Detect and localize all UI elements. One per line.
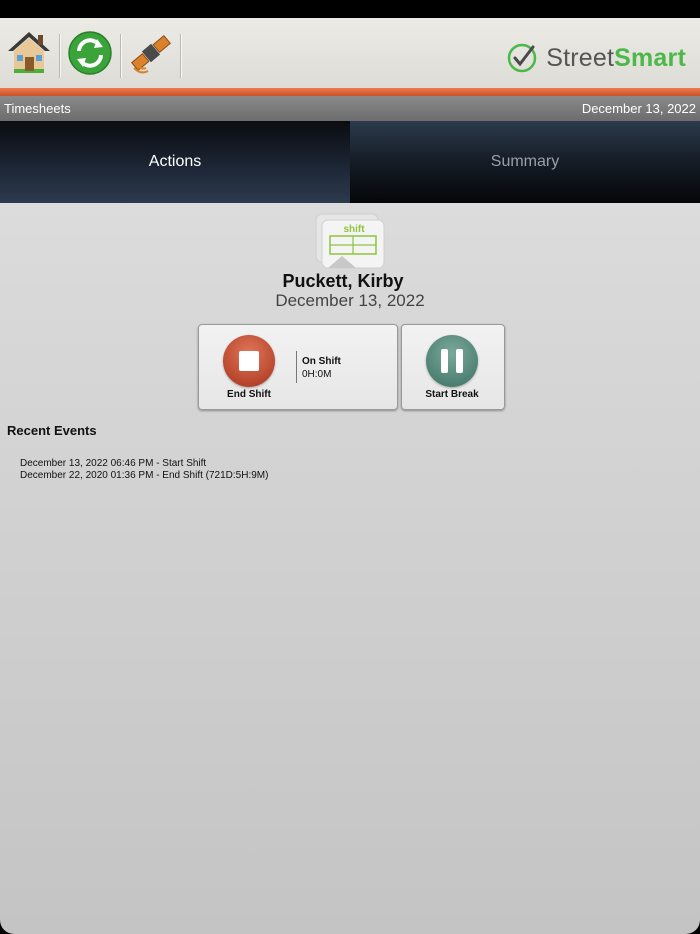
tab-summary[interactable]: Summary xyxy=(350,121,700,203)
start-break-card[interactable]: Start Break xyxy=(401,324,505,410)
streetsmart-logo: StreetSmart xyxy=(506,40,686,76)
tab-bar: Actions Summary xyxy=(0,121,700,203)
event-item: December 13, 2022 06:46 PM - Start Shift xyxy=(20,458,207,469)
shift-timesheet-icon: shift xyxy=(315,213,385,269)
shift-status-label: On Shift xyxy=(302,356,341,367)
status-divider xyxy=(296,351,297,383)
sync-icon xyxy=(68,31,112,75)
sync-button[interactable] xyxy=(61,18,119,88)
end-shift-label: End Shift xyxy=(227,389,271,400)
employee-date: December 13, 2022 xyxy=(275,291,425,310)
start-break-label: Start Break xyxy=(425,389,479,400)
title-bar: Timesheets December 13, 2022 xyxy=(0,96,700,121)
toolbar-divider xyxy=(180,34,181,78)
pause-icon xyxy=(441,349,448,373)
end-shift-button[interactable] xyxy=(223,335,275,387)
header-date: December 13, 2022 xyxy=(581,101,696,116)
checkmark-icon xyxy=(507,43,537,73)
toolbar-divider xyxy=(59,34,60,78)
logo-prefix: Street xyxy=(546,43,615,72)
accent-bar xyxy=(0,88,700,96)
tab-actions[interactable]: Actions xyxy=(0,121,350,203)
toolbar-divider xyxy=(120,34,121,78)
status-bar xyxy=(0,0,700,18)
app-screen: StreetSmart Timesheets December 13, 2022… xyxy=(0,0,700,934)
shift-duration: 0H:0M xyxy=(302,369,332,380)
pause-icon xyxy=(456,349,463,373)
event-item: December 22, 2020 01:36 PM - End Shift (… xyxy=(20,470,269,481)
satellite-icon xyxy=(130,34,172,74)
shift-status-card: End Shift On Shift 0H:0M xyxy=(198,324,398,410)
gps-button[interactable] xyxy=(122,18,180,88)
toolbar: StreetSmart xyxy=(0,18,700,88)
stop-icon xyxy=(239,351,259,371)
employee-name: Puckett, Kirby xyxy=(282,271,404,291)
page-title: Timesheets xyxy=(4,101,71,116)
recent-events-heading: Recent Events xyxy=(7,423,97,438)
logo-suffix: Smart xyxy=(614,43,686,72)
shift-icon-label: shift xyxy=(343,224,365,235)
home-button[interactable] xyxy=(0,18,58,88)
logo-text: StreetSmart xyxy=(546,44,686,73)
home-icon xyxy=(8,32,50,73)
start-break-button[interactable] xyxy=(426,335,478,387)
